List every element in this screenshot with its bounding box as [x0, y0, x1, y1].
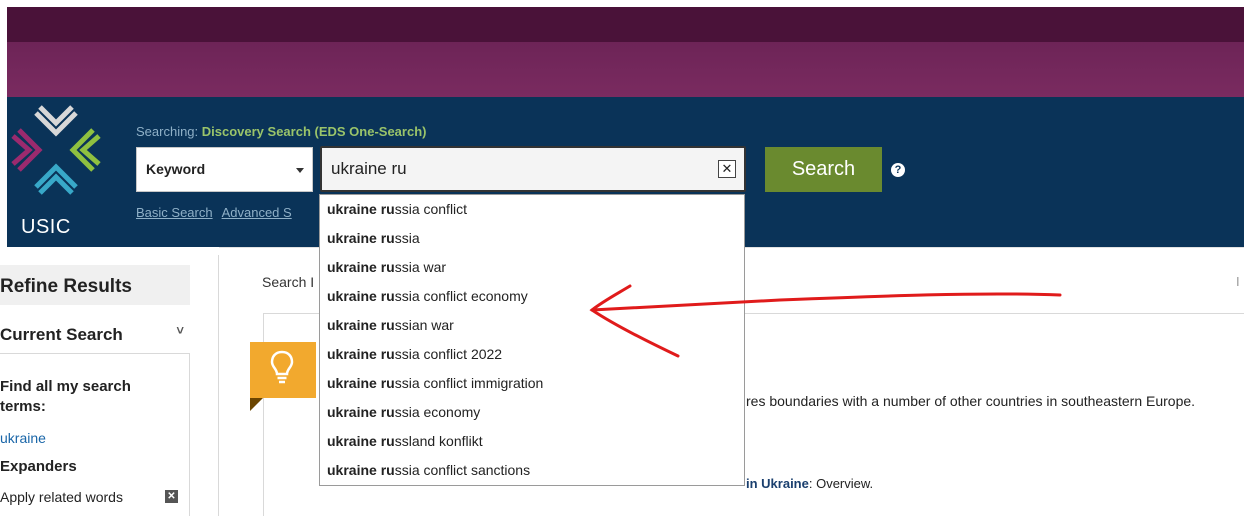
- suggestion-match: ukraine ru: [327, 462, 395, 478]
- apply-related-words-label: Apply related words: [0, 489, 123, 505]
- search-box[interactable]: ✕: [320, 146, 746, 192]
- suggestion-rest: ssia conflict 2022: [394, 346, 503, 362]
- sidebar-divider: [218, 255, 219, 516]
- searching-prefix: Searching:: [136, 124, 202, 139]
- advanced-search-link[interactable]: Advanced S: [222, 205, 292, 220]
- suggestion-match: ukraine ru: [327, 259, 395, 275]
- remove-expander-icon[interactable]: ✕: [165, 490, 178, 503]
- current-search-label: Current Search: [0, 325, 123, 344]
- search-input[interactable]: [331, 158, 701, 180]
- suggestion-item[interactable]: ukraine russia conflict immigration: [320, 369, 744, 398]
- suggestion-item[interactable]: ukraine russia conflict 2022: [320, 340, 744, 369]
- suggestion-item[interactable]: ukraine russland konflikt: [320, 427, 744, 456]
- searching-label: Searching: Discovery Search (EDS One-Sea…: [136, 124, 426, 139]
- refine-results-heading: Refine Results: [0, 265, 190, 305]
- overview-line: in Ukraine: Overview.: [746, 476, 873, 491]
- usic-logo-icon[interactable]: [11, 105, 101, 195]
- suggestion-match: ukraine ru: [327, 230, 395, 246]
- suggestion-item[interactable]: ukraine russian war: [320, 311, 744, 340]
- suggestion-item[interactable]: ukraine russia conflict: [320, 195, 744, 224]
- search-results-label: Search I: [262, 274, 315, 290]
- overview-suffix: : Overview.: [808, 476, 874, 491]
- suggestion-rest: ssia conflict immigration: [394, 375, 544, 391]
- suggestion-match: ukraine ru: [327, 288, 395, 304]
- clear-search-button[interactable]: ✕: [718, 160, 736, 178]
- autocomplete-dropdown: ukraine russia conflict ukraine russia u…: [319, 194, 745, 486]
- suggestion-item[interactable]: ukraine russia war: [320, 253, 744, 282]
- lightbulb-icon: [270, 350, 294, 384]
- logo-text: USIC: [21, 216, 71, 238]
- right-edge-text: I: [1236, 274, 1240, 289]
- suggestion-match: ukraine ru: [327, 404, 395, 420]
- suggestion-rest: ssia conflict sanctions: [394, 462, 531, 478]
- banner-band: [7, 42, 1244, 97]
- find-all-terms-label: Find all my search terms:: [0, 378, 131, 415]
- overview-link[interactable]: in Ukraine: [746, 476, 809, 491]
- basic-search-link[interactable]: Basic Search: [136, 205, 213, 220]
- help-icon[interactable]: ?: [891, 163, 905, 177]
- suggestion-rest: ssia economy: [394, 404, 481, 420]
- suggestion-match: ukraine ru: [327, 317, 395, 333]
- suggestion-rest: ssia conflict economy: [394, 288, 528, 304]
- suggestion-item[interactable]: ukraine russia conflict economy: [320, 282, 744, 311]
- search-mode-links: Basic Search Advanced S: [136, 205, 301, 220]
- top-band: [7, 7, 1244, 42]
- search-field-select[interactable]: Keyword: [136, 147, 313, 192]
- current-search-toggle[interactable]: Current Search ˅: [0, 317, 190, 352]
- suggestion-rest: ssland konflikt: [394, 433, 483, 449]
- research-starter-snippet: res boundaries with a number of other co…: [746, 393, 1196, 409]
- search-term-link[interactable]: ukraine: [0, 430, 46, 446]
- suggestion-rest: ssia war: [394, 259, 447, 275]
- suggestion-rest: ssia conflict: [394, 201, 468, 217]
- expanders-heading: Expanders: [0, 458, 77, 475]
- suggestion-item[interactable]: ukraine russia economy: [320, 398, 744, 427]
- suggestion-match: ukraine ru: [327, 375, 395, 391]
- search-button[interactable]: Search: [765, 147, 882, 192]
- suggestion-rest: ssia: [394, 230, 420, 246]
- suggestion-match: ukraine ru: [327, 201, 395, 217]
- suggestion-match: ukraine ru: [327, 433, 395, 449]
- suggestion-item[interactable]: ukraine russia: [320, 224, 744, 253]
- suggestion-item[interactable]: ukraine russia conflict sanctions: [320, 456, 744, 485]
- tip-badge-fold: [250, 398, 263, 411]
- chevron-down-icon: ˅: [176, 323, 184, 338]
- database-link[interactable]: Discovery Search (EDS One-Search): [202, 124, 427, 139]
- search-field-value: Keyword: [146, 161, 206, 177]
- suggestion-rest: ssian war: [394, 317, 454, 333]
- chevron-down-icon: [296, 168, 304, 173]
- suggestion-match: ukraine ru: [327, 346, 395, 362]
